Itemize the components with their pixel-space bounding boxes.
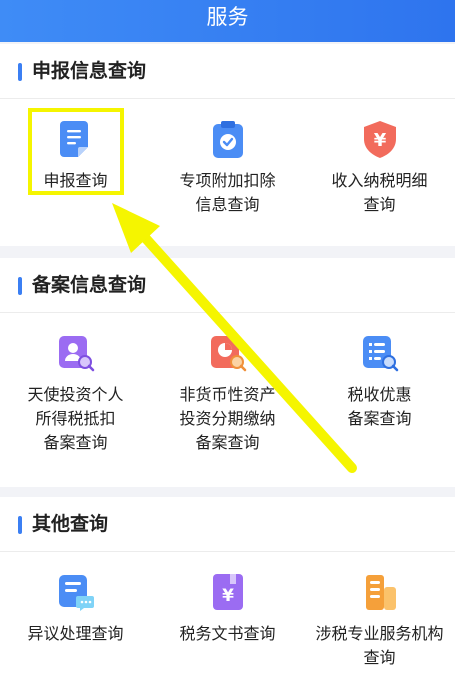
section-header: 其他查询 [0, 497, 455, 552]
app-header: 服务 [0, 0, 455, 42]
message-doc-icon [58, 575, 94, 611]
yuan-book-icon: ¥ [212, 574, 243, 610]
service-item-angel-investment-query[interactable]: 天使投资个人 所得税抵扣 备案查询 [0, 333, 151, 455]
service-item-special-deduction-query[interactable]: 专项附加扣除 信息查询 [152, 119, 303, 217]
service-item-tax-document-query[interactable]: ¥ 税务文书查询 [152, 572, 303, 646]
service-item-label: 涉税专业服务机构 查询 [315, 624, 444, 667]
svg-text:¥: ¥ [373, 130, 386, 151]
person-search-icon [58, 336, 94, 372]
service-item-tax-agency-query[interactable]: 涉税专业服务机构 查询 [304, 572, 455, 670]
section-title: 申报信息查询 [32, 60, 147, 82]
svg-text:¥: ¥ [222, 586, 234, 606]
section-accent-bar [18, 63, 22, 81]
service-item-objection-query[interactable]: 异议处理查询 [0, 572, 151, 646]
service-item-label: 天使投资个人 所得税抵扣 备案查询 [27, 385, 124, 452]
section-title: 其他查询 [32, 513, 109, 535]
section-other-query: 其他查询 异议处理查询 ¥ 税务文书查询 涉税专业服务机构 查询 [0, 497, 455, 679]
section-header: 备案信息查询 [0, 258, 455, 313]
service-item-label: 非货币性资产 投资分期缴纳 备案查询 [179, 385, 276, 452]
section-header: 申报信息查询 [0, 44, 455, 99]
building-icon [365, 575, 396, 610]
service-item-tax-incentive-query[interactable]: 税收优惠 备案查询 [304, 333, 455, 431]
service-item-label: 税务文书查询 [179, 624, 276, 643]
service-item-label: 收入纳税明细 查询 [331, 171, 428, 214]
highlight-box [28, 108, 124, 195]
page-title: 服务 [206, 5, 249, 29]
section-accent-bar [18, 277, 22, 295]
list-search-icon [362, 336, 398, 372]
section-filing-query: 备案信息查询 天使投资个人 所得税抵扣 备案查询 非货币性资产 投资分期缴纳 备… [0, 258, 455, 487]
service-item-income-tax-detail-query[interactable]: ¥ 收入纳税明细 查询 [304, 119, 455, 217]
section-title: 备案信息查询 [32, 274, 147, 296]
clipboard-check-icon [212, 121, 243, 158]
service-item-label: 税收优惠 备案查询 [347, 385, 412, 428]
chart-search-icon [210, 336, 246, 372]
yuan-shield-icon: ¥ [363, 121, 396, 158]
service-item-label: 异议处理查询 [27, 624, 124, 643]
service-item-label: 专项附加扣除 信息查询 [179, 171, 276, 214]
section-accent-bar [18, 516, 22, 534]
service-item-non-monetary-asset-query[interactable]: 非货币性资产 投资分期缴纳 备案查询 [152, 333, 303, 455]
